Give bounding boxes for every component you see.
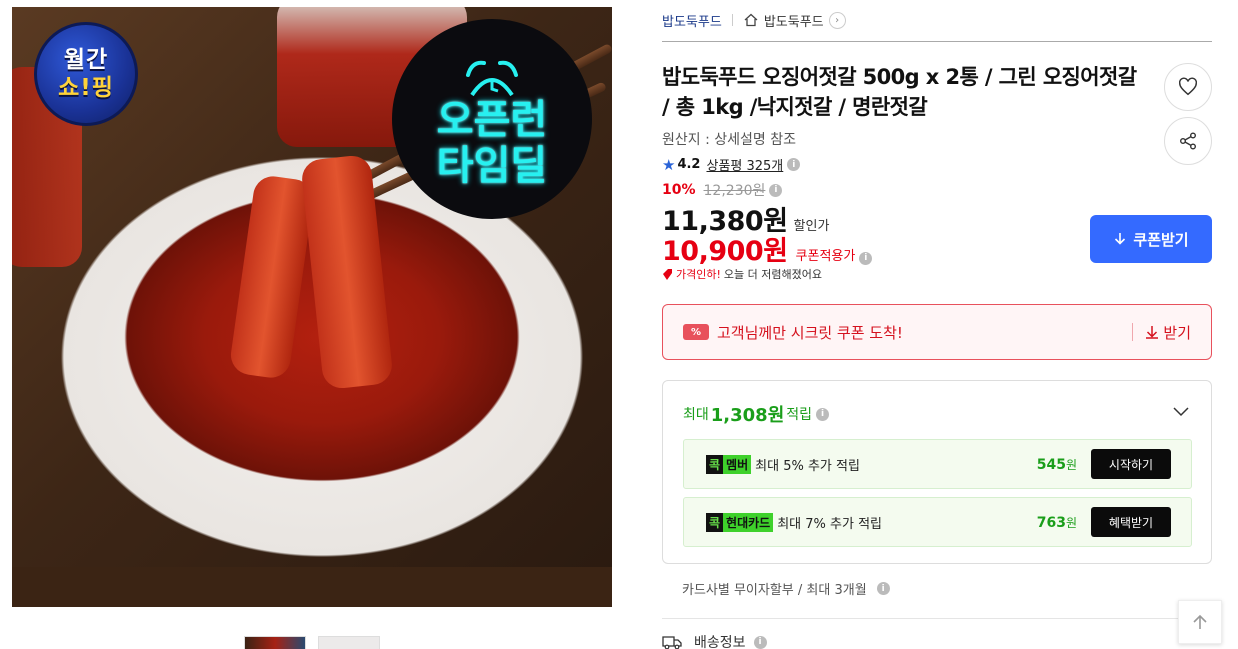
benefit-amount-unit: 원	[1065, 457, 1077, 472]
benefit-amount: 763원	[1037, 514, 1077, 531]
chip-label: 현대카드	[723, 512, 774, 532]
breadcrumb-divider	[731, 14, 733, 26]
badge-deal-line2: 타임딜	[436, 143, 548, 189]
start-membership-button[interactable]: 시작하기	[1091, 449, 1171, 479]
brand-link[interactable]: 밥도둑푸드	[662, 11, 722, 30]
original-price: 12,230원	[703, 183, 766, 199]
price-drop-notice: 가격인하! 오늘 더 저렴해졌어요	[662, 266, 822, 282]
reward-prefix: 최대	[683, 407, 709, 423]
benefit-row-card: 콕 현대카드 최대 7% 추가 적립 763원 혜택받기	[683, 497, 1192, 547]
benefit-amount-value: 545	[1036, 456, 1066, 473]
share-icon	[1180, 132, 1196, 150]
member-chip: 콕 멤버	[706, 454, 752, 474]
secret-coupon-get-label: 받기	[1163, 323, 1191, 342]
installment-text: 카드사별 무이자할부 / 최대 3개월	[682, 583, 867, 598]
info-icon[interactable]: i	[859, 251, 873, 265]
thumbnail-2[interactable]	[318, 636, 380, 649]
benefit-amount: 545원	[1037, 456, 1077, 473]
reward-header[interactable]: 최대 1,308원 적립 i	[683, 401, 830, 427]
chip-prefix: 콕	[706, 512, 724, 532]
rating-row: ★ 4.2 상품평 325개 i	[662, 155, 801, 174]
info-icon[interactable]: i	[876, 582, 890, 595]
get-card-benefit-button[interactable]: 혜택받기	[1091, 507, 1171, 537]
heart-icon	[1178, 77, 1198, 96]
secret-coupon-get-button[interactable]: 받기	[1145, 322, 1191, 343]
coupon-price-label: 쿠폰적용가	[795, 249, 856, 264]
get-coupon-label: 쿠폰받기	[1133, 230, 1189, 249]
badge-monthly-line2: 쇼!핑	[58, 75, 114, 101]
info-icon[interactable]: i	[787, 158, 801, 171]
open-run-timedeal-badge: 오픈런 타임딜	[392, 19, 592, 219]
info-icon[interactable]: i	[753, 635, 767, 649]
rating-value: 4.2	[677, 157, 701, 172]
share-button[interactable]	[1164, 117, 1212, 165]
reward-suffix: 적립	[786, 407, 813, 423]
review-count-link[interactable]: 상품평 325개	[706, 155, 783, 174]
monthly-shopping-badge: 월간 쇼!핑	[34, 22, 138, 126]
secret-coupon-banner[interactable]: % 고객님께만 시크릿 쿠폰 도착! 받기	[662, 304, 1212, 360]
badge-deal-line1: 오픈런	[436, 97, 548, 143]
section-divider	[662, 618, 1212, 619]
squid-strip-graphic	[228, 173, 316, 381]
scroll-to-top-button[interactable]	[1178, 600, 1222, 644]
secret-coupon-text: 고객님께만 시크릿 쿠폰 도착!	[717, 323, 903, 342]
chevron-down-icon[interactable]	[1171, 401, 1191, 421]
benefit-amount-unit: 원	[1065, 515, 1077, 530]
badge-monthly-line1: 월간	[63, 47, 109, 73]
origin-info: 원산지 : 상세설명 참조	[662, 132, 796, 148]
coupon-ticket-icon: %	[683, 324, 709, 340]
benefit-amount-value: 763	[1036, 514, 1066, 531]
product-title: 밥도둑푸드 오징어젓갈 500g x 2통 / 그린 오징어젓갈 / 총 1kg…	[662, 65, 1137, 119]
store-link[interactable]: 밥도둑푸드	[764, 11, 824, 30]
info-icon[interactable]: i	[769, 183, 783, 197]
tray-graphic	[12, 567, 612, 607]
reward-panel: 최대 1,308원 적립 i 콕 멤버 최대 5% 추가 적립 545원 시작하…	[662, 380, 1212, 564]
shipping-label: 배송정보	[694, 635, 746, 649]
thumbnail-strip	[244, 636, 380, 649]
coupon-price-row: 10,900원 쿠폰적용가 i	[662, 229, 873, 268]
card-chip: 콕 현대카드	[706, 512, 774, 532]
thumbnail-1[interactable]	[244, 636, 306, 649]
home-icon	[744, 13, 758, 27]
chip-prefix: 콕	[706, 454, 724, 474]
installment-info: 카드사별 무이자할부 / 최대 3개월 i	[682, 579, 890, 598]
price-drop-text: 오늘 더 저렴해졌어요	[723, 268, 822, 281]
reward-amount: 1,308원	[710, 405, 785, 426]
chip-label: 멤버	[723, 454, 752, 474]
product-main-image: 월간 쇼!핑 오픈런 타임딜	[12, 7, 612, 607]
breadcrumb: 밥도둑푸드 밥도둑푸드 ›	[662, 10, 846, 30]
info-icon[interactable]: i	[816, 407, 830, 421]
shipping-info-row: 배송정보 i	[662, 632, 767, 649]
wishlist-button[interactable]	[1164, 63, 1212, 111]
benefit-row-member: 콕 멤버 최대 5% 추가 적립 545원 시작하기	[683, 439, 1192, 489]
star-icon: ★	[662, 155, 676, 174]
get-coupon-button[interactable]: 쿠폰받기	[1090, 215, 1212, 263]
benefit-text: 최대 7% 추가 적립	[777, 516, 882, 532]
chevron-right-icon[interactable]: ›	[828, 11, 846, 29]
alarm-clock-icon	[466, 60, 518, 97]
benefit-text: 최대 5% 추가 적립	[755, 458, 860, 474]
truck-icon	[662, 636, 682, 649]
discount-rate: 10%	[662, 182, 696, 198]
secret-coupon-divider	[1132, 323, 1134, 341]
header-divider	[662, 41, 1212, 42]
arrow-up-icon	[1193, 614, 1207, 629]
download-icon	[1146, 326, 1159, 339]
price-drop-label: 가격인하!	[676, 268, 721, 281]
discount-row: 10% 12,230원 i	[662, 180, 783, 200]
price-tag-icon	[663, 268, 672, 280]
download-icon	[1115, 233, 1126, 245]
coupon-price: 10,900원	[662, 236, 788, 267]
